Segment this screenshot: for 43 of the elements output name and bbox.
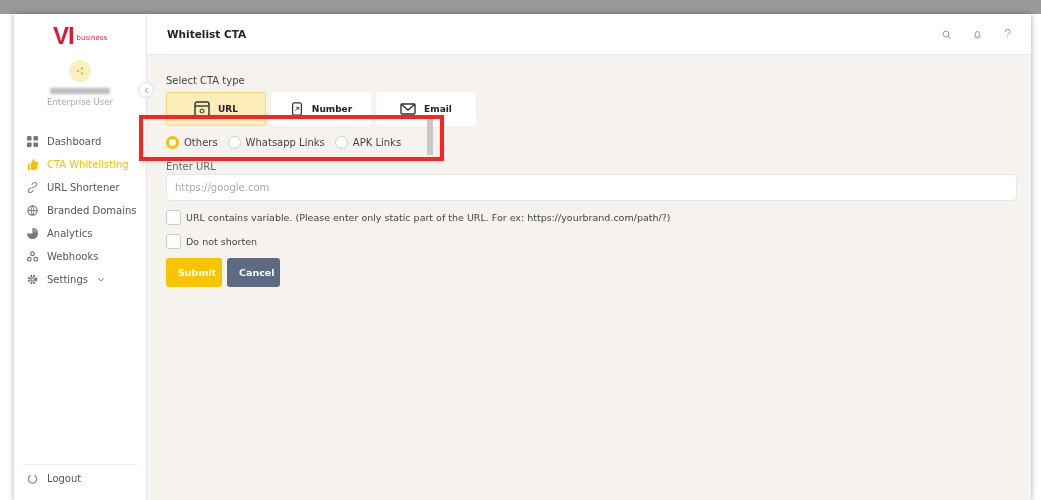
radio-label: APK Links [352, 137, 402, 148]
thumbs-up-icon [27, 159, 38, 170]
help-icon[interactable] [1004, 29, 1011, 39]
phone-icon [289, 101, 304, 117]
chevron-left-icon [143, 86, 149, 94]
radio-button[interactable] [166, 136, 179, 149]
field-label: Enter URL [166, 161, 216, 172]
scrollbar [427, 119, 433, 155]
globe-icon [27, 205, 38, 216]
webhook-icon [27, 251, 38, 262]
avatar-icon [69, 60, 91, 82]
logout-item[interactable]: Logout [22, 464, 138, 484]
sidebar-item[interactable]: Analytics [14, 225, 146, 242]
cta-type-card[interactable]: Email [376, 92, 476, 126]
page-title: Whitelist CTA [167, 28, 248, 40]
envelope-icon [400, 103, 417, 115]
power-icon [27, 473, 38, 484]
sidebar-item[interactable]: Dashboard [14, 133, 146, 150]
bell-icon[interactable] [973, 29, 982, 39]
sidebar-item[interactable]: Settings [14, 271, 146, 288]
sidebar-item[interactable]: URL Shortener [14, 179, 146, 196]
radio-label: Others [184, 137, 218, 148]
sidebar-item[interactable]: Webhooks [14, 248, 146, 265]
radio-button[interactable] [334, 136, 348, 149]
radio-label: Whatsapp Links [245, 137, 325, 148]
settings-icon [27, 274, 38, 285]
grid-icon [27, 136, 38, 147]
user-role: Enterprise User [46, 97, 114, 107]
checkbox[interactable] [166, 234, 181, 249]
cancel-button[interactable]: Cancel [227, 258, 280, 287]
field-label: Select CTA type [166, 75, 246, 86]
link-icon [27, 182, 38, 193]
checkbox-label: URL contains variable. (Please enter only static part of the URL. For ex: https://yourbrand.com/path/?) [186, 212, 671, 223]
search-icon[interactable] [942, 29, 951, 39]
pie-chart-icon [27, 228, 38, 239]
url-input[interactable]: https://google.com [166, 174, 1017, 201]
checkbox-label: Do not shorten [186, 236, 257, 247]
browser-window-icon [194, 101, 210, 117]
collapse-button[interactable] [138, 82, 154, 98]
radio-button[interactable] [227, 136, 241, 149]
checkbox[interactable] [166, 210, 181, 225]
sidebar-item[interactable]: Branded Domains [14, 202, 146, 219]
redacted-name [50, 88, 110, 94]
